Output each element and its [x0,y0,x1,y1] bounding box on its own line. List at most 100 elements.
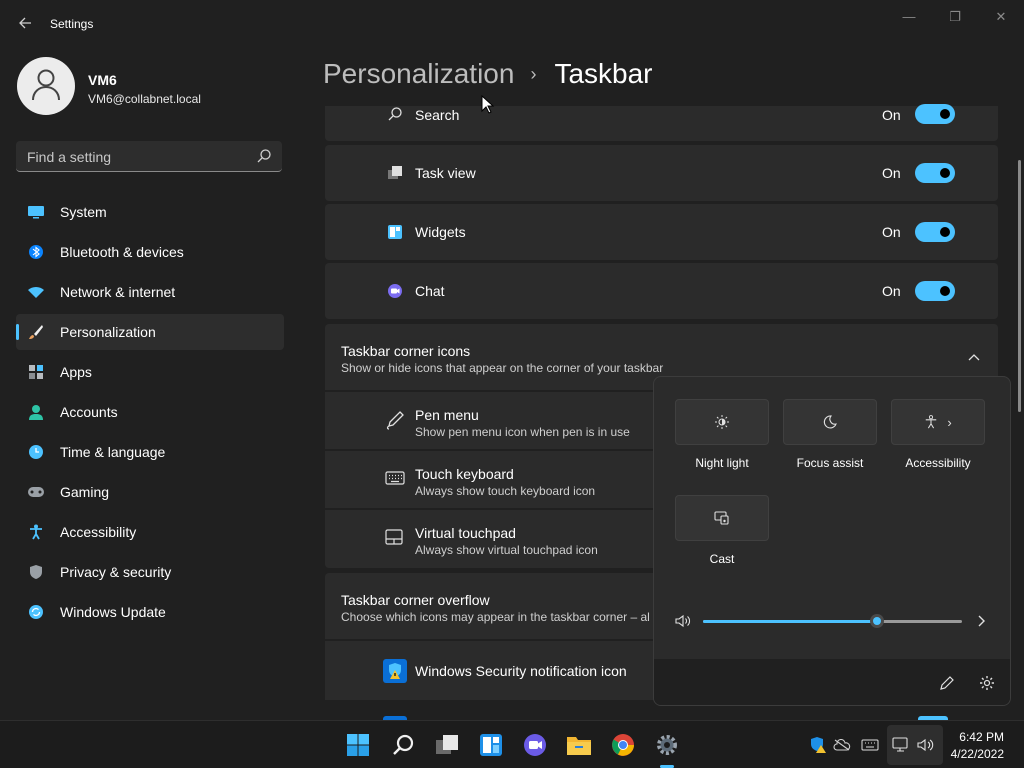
update-icon [27,603,45,621]
taskbar-search-button[interactable] [389,731,417,759]
sidebar-item-network[interactable]: Network & internet [16,274,284,310]
settings-search-box[interactable] [16,141,282,173]
clock-globe-icon [27,443,45,461]
task-view-icon [388,166,402,179]
toggle-state: On [882,283,901,299]
sidebar-item-label: Gaming [60,484,110,500]
breadcrumb: Personalization › Taskbar [323,58,653,90]
row-subtitle: Always show touch keyboard icon [415,484,596,498]
restore-button[interactable]: ❐ [943,8,967,26]
minimize-button[interactable]: — [897,8,921,26]
sidebar-item-windows-update[interactable]: Windows Update [16,594,284,630]
chat-toggle[interactable] [915,281,955,301]
taskbar-file-explorer-button[interactable] [565,731,593,759]
search-icon[interactable] [256,148,272,164]
touchpad-icon [385,529,403,545]
sidebar-item-label: System [60,204,107,220]
tray-keyboard-icon[interactable] [861,736,879,754]
focus-assist-button[interactable] [783,399,877,445]
sidebar-item-label: Personalization [60,324,156,340]
scrollbar[interactable] [1018,160,1021,412]
volume-slider[interactable] [703,614,962,628]
user-silhouette-icon [32,69,60,101]
tray-windows-security-icon[interactable] [809,736,827,754]
chevron-right-icon[interactable] [978,615,986,627]
widgets-icon [480,734,502,756]
volume-slider-thumb[interactable] [870,614,884,628]
breadcrumb-separator: › [530,63,537,84]
search-toggle[interactable] [915,104,955,124]
speaker-icon [917,738,934,752]
sidebar-item-apps[interactable]: Apps [16,354,284,390]
chat-icon [388,284,402,298]
close-button[interactable]: ✕ [989,8,1013,26]
search-input[interactable] [16,141,259,173]
moon-icon [823,415,837,429]
breadcrumb-parent[interactable]: Personalization [323,58,514,90]
search-icon [388,107,402,121]
sidebar-item-label: Accessibility [60,524,137,540]
accessibility-quick-button[interactable]: › [891,399,985,445]
widgets-toggle[interactable] [915,222,955,242]
start-button[interactable] [344,731,372,759]
tray-onedrive-icon[interactable] [833,736,851,754]
taskbar-item-row-task-view: Task view On [325,145,998,201]
accessibility-icon [926,415,937,429]
cast-button[interactable] [675,495,769,541]
gear-icon[interactable] [979,675,995,691]
row-label: Task view [415,165,476,181]
row-label: Windows Security notification icon [415,663,627,679]
cast-icon [714,511,729,525]
bluetooth-icon [27,243,45,261]
app-title: Settings [50,17,94,31]
taskbar-settings-button[interactable] [653,731,681,759]
night-light-button[interactable] [675,399,769,445]
sidebar-item-time-language[interactable]: Time & language [16,434,284,470]
speaker-icon[interactable] [675,614,691,628]
sidebar-item-system[interactable]: System [16,194,284,230]
sidebar-item-accounts[interactable]: Accounts [16,394,284,430]
sidebar-item-bluetooth[interactable]: Bluetooth & devices [16,234,284,270]
page-title: Taskbar [554,58,653,89]
pen-icon [386,411,404,430]
taskbar-task-view-button[interactable] [433,731,461,759]
volume-slider-fill [703,620,877,623]
taskbar-widgets-button[interactable] [477,731,505,759]
back-button[interactable] [14,12,36,34]
avatar[interactable] [17,57,75,115]
search-icon [393,734,414,755]
sidebar-item-label: Bluetooth & devices [60,244,184,260]
chevron-up-icon[interactable] [968,353,980,361]
apps-icon [27,363,45,381]
clock-date[interactable]: 4/22/2022 [951,747,1004,761]
brush-icon [27,323,45,341]
cast-label: Cast [709,552,735,566]
sidebar-item-gaming[interactable]: Gaming [16,474,284,510]
taskbar-chrome-button[interactable] [609,731,637,759]
accessibility-icon [27,523,45,541]
task-view-toggle[interactable] [915,163,955,183]
folder-icon [567,737,591,755]
row-subtitle: Always show virtual touchpad icon [415,543,598,557]
sidebar-item-personalization[interactable]: Personalization [16,314,284,350]
row-label: Widgets [415,224,466,240]
widgets-icon [388,225,402,239]
chevron-right-icon: › [947,414,952,430]
sidebar-item-label: Windows Update [60,604,166,620]
pencil-icon[interactable] [939,675,955,691]
sidebar-item-accessibility[interactable]: Accessibility [16,514,284,550]
toggle-state: On [882,107,901,123]
toggle-state: On [882,165,901,181]
sidebar-nav: System Bluetooth & devices Network & int… [16,194,284,634]
windows-logo-icon [347,734,369,756]
quick-settings-footer [654,659,1010,705]
row-label: Chat [415,283,445,299]
section-title: Taskbar corner overflow [341,592,490,608]
windows-security-icon [383,659,407,683]
sidebar-item-privacy[interactable]: Privacy & security [16,554,284,590]
taskbar-chat-button[interactable] [521,731,549,759]
tray-quick-settings-button[interactable] [887,725,943,765]
title-bar: Settings — ❐ ✕ [0,0,1024,48]
section-subtitle: Choose which icons may appear in the tas… [341,610,650,624]
clock-time[interactable]: 6:42 PM [959,730,1004,744]
